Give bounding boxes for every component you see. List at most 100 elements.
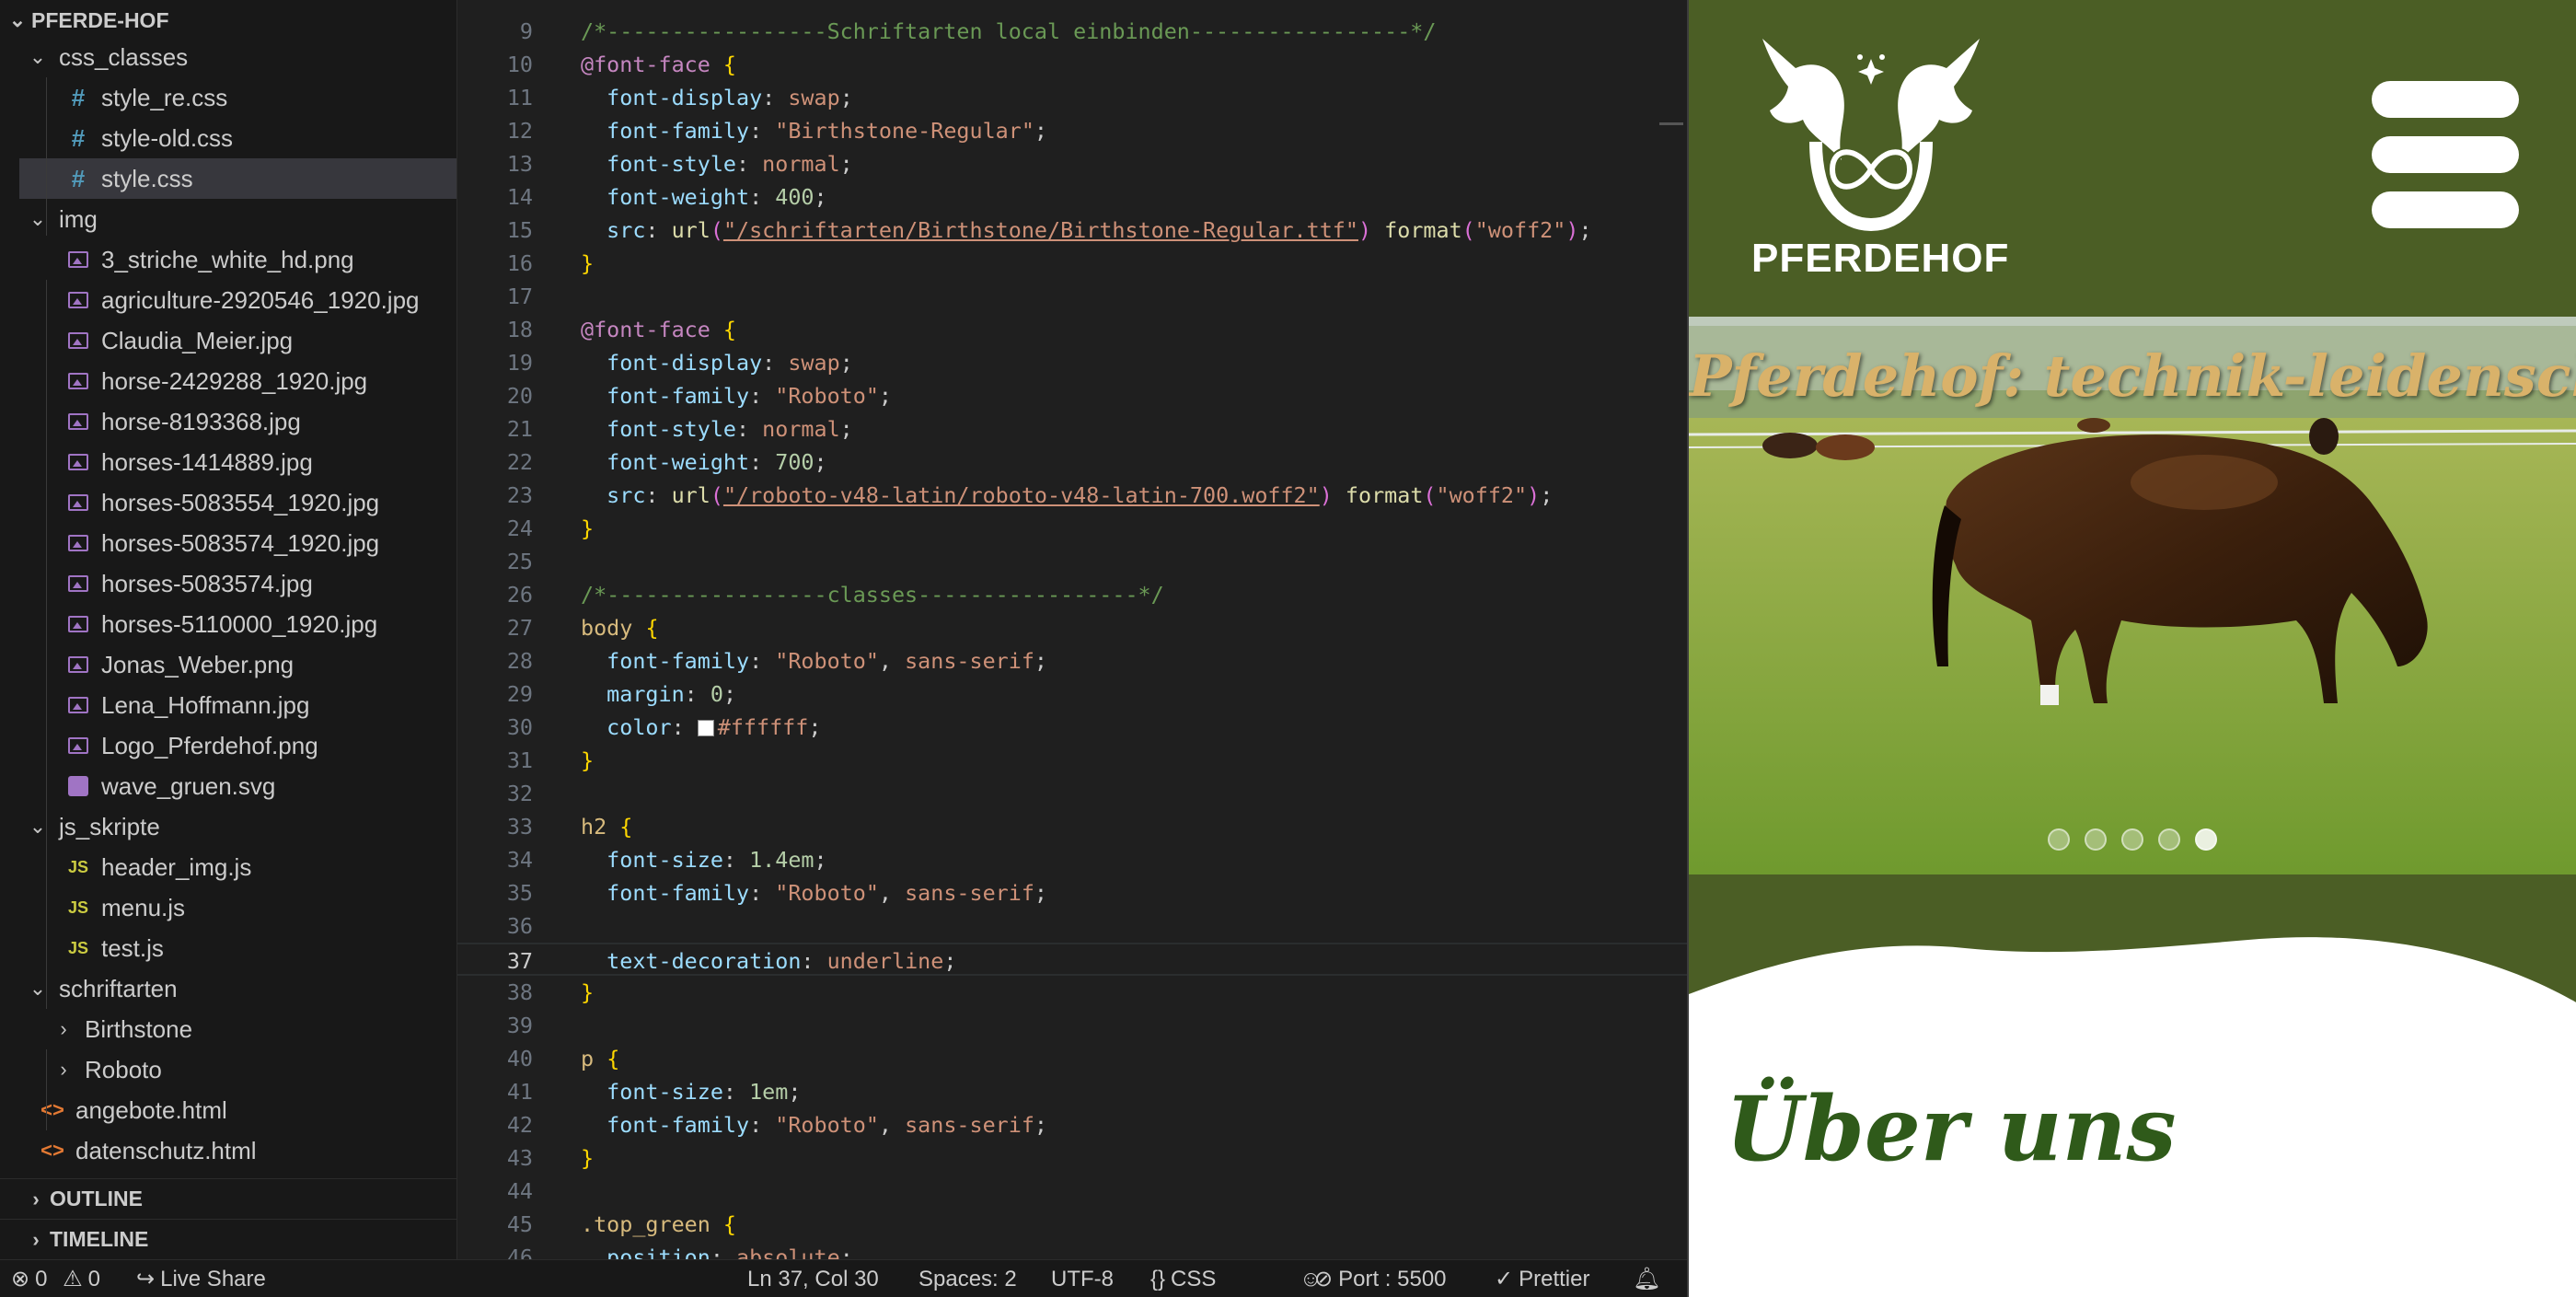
language-mode[interactable]: {} CSS	[1150, 1260, 1216, 1297]
code-line[interactable]: 44	[457, 1175, 1687, 1208]
code-line[interactable]: 18 @font-face {	[457, 313, 1687, 346]
tree-file[interactable]: JS menu.js	[0, 887, 456, 928]
tree-file[interactable]: Claudia_Meier.jpg	[0, 320, 456, 361]
slider-dot[interactable]	[2085, 828, 2107, 851]
tree-folder[interactable]: › Roboto	[0, 1049, 456, 1090]
code-line[interactable]: 15 src: url("/schriftarten/Birthstone/Bi…	[457, 214, 1687, 247]
tree-file[interactable]: horses-5083574_1920.jpg	[0, 523, 456, 563]
tree-file[interactable]: # style.css	[19, 158, 456, 199]
tree-file[interactable]: wave_gruen.svg	[0, 766, 456, 806]
tree-folder[interactable]: ⌄ js_skripte	[0, 806, 456, 847]
tree-folder[interactable]: ⌄ schriftarten	[0, 968, 456, 1009]
code-line[interactable]: 24}	[457, 512, 1687, 545]
code-line[interactable]: 14 font-weight: 400;	[457, 180, 1687, 214]
code-line[interactable]: 21 font-style: normal;	[457, 412, 1687, 446]
tree-file[interactable]: Jonas_Weber.png	[0, 644, 456, 685]
tree-file[interactable]: JS test.js	[0, 928, 456, 968]
line-source: /*-----------------classes--------------…	[581, 578, 1164, 611]
notifications-bell-icon[interactable]: 🔔︎	[1633, 1260, 1660, 1297]
code-line[interactable]: 33 h2 {	[457, 810, 1687, 843]
code-line[interactable]: 38}	[457, 976, 1687, 1009]
code-line[interactable]: 46 position: absolute;	[457, 1241, 1687, 1259]
slider-dot[interactable]	[2121, 828, 2143, 851]
slider-dot[interactable]	[2195, 828, 2217, 851]
code-line[interactable]: 11 font-display: swap;	[457, 81, 1687, 114]
line-source: }	[581, 512, 594, 545]
code-token: :	[684, 681, 710, 707]
code-token: (	[710, 217, 723, 243]
code-line[interactable]: 19 font-display: swap;	[457, 346, 1687, 379]
tree-file[interactable]: agriculture-2920546_1920.jpg	[0, 280, 456, 320]
code-line[interactable]: 39	[457, 1009, 1687, 1042]
tree-file[interactable]: <> angebote.html	[0, 1090, 456, 1130]
code-line[interactable]: 17	[457, 280, 1687, 313]
code-line[interactable]: 37 text-decoration: underline;	[457, 943, 1687, 976]
code-line[interactable]: 13 font-style: normal;	[457, 147, 1687, 180]
code-line[interactable]: 30 color: #ffffff;	[457, 711, 1687, 744]
code-line[interactable]: 25	[457, 545, 1687, 578]
code-line[interactable]: 26 /*-----------------classes------------…	[457, 578, 1687, 611]
line-source: margin: 0;	[581, 677, 736, 711]
tree-file[interactable]: horses-5110000_1920.jpg	[0, 604, 456, 644]
code-token: @font-face	[581, 52, 710, 77]
timeline-section[interactable]: › TIMELINE	[0, 1219, 456, 1259]
tree-file[interactable]: horse-2429288_1920.jpg	[0, 361, 456, 401]
unicorn-horseshoe-logo-icon	[1762, 39, 1980, 232]
code-line[interactable]: 41 font-size: 1em;	[457, 1075, 1687, 1108]
css-file-icon: #	[71, 164, 86, 192]
code-line[interactable]: 42 font-family: "Roboto", sans-serif;	[457, 1108, 1687, 1141]
code-line[interactable]: 20 font-family: "Roboto";	[457, 379, 1687, 412]
tree-file[interactable]: Lena_Hoffmann.jpg	[0, 685, 456, 725]
tree-file[interactable]: horse-8193368.jpg	[0, 401, 456, 442]
live-server-port[interactable]: ⊘ Port : 5500	[1314, 1260, 1447, 1297]
code-line[interactable]: 22 font-weight: 700;	[457, 446, 1687, 479]
warning-count: 0	[87, 1267, 101, 1291]
tree-folder[interactable]: ⌄ css_classes	[0, 37, 456, 77]
code-editor[interactable]: 9 /*-----------------Schriftarten local e…	[457, 0, 1687, 1259]
project-folder-header[interactable]: ⌄ PFERDE-HOF	[0, 0, 456, 41]
tree-file[interactable]: horses-1414889.jpg	[0, 442, 456, 482]
logo-text: PFERDEHOF	[1751, 236, 2010, 281]
tree-file[interactable]: horses-5083554_1920.jpg	[0, 482, 456, 523]
line-source: font-style: normal;	[581, 147, 853, 180]
line-source: /*-----------------Schriftarten local ei…	[581, 15, 1436, 48]
code-line[interactable]: 10 @font-face {	[457, 48, 1687, 81]
code-line[interactable]: 16}	[457, 247, 1687, 280]
prettier-status[interactable]: ✓ Prettier	[1495, 1260, 1589, 1297]
tree-item-label: style_re.css	[101, 83, 228, 111]
encoding-setting[interactable]: UTF-8	[1051, 1260, 1114, 1297]
tree-file[interactable]: JS header_img.js	[0, 847, 456, 887]
code-line[interactable]: 28 font-family: "Roboto", sans-serif;	[457, 644, 1687, 677]
code-line[interactable]: 27 body {	[457, 611, 1687, 644]
code-line[interactable]: 36	[457, 909, 1687, 943]
slider-dot[interactable]	[2048, 828, 2070, 851]
site-logo[interactable]: PFERDEHOF	[1751, 31, 2010, 289]
code-token: font-style	[606, 151, 736, 177]
tree-file[interactable]: 3_striche_white_hd.png	[0, 239, 456, 280]
code-token: }	[581, 747, 595, 773]
tree-file[interactable]: Logo_Pferdehof.png	[0, 725, 456, 766]
code-line[interactable]: 12 font-family: "Birthstone-Regular";	[457, 114, 1687, 147]
tree-file[interactable]: horses-5083574.jpg	[0, 563, 456, 604]
tree-file[interactable]: # style_re.css	[0, 77, 456, 118]
code-line[interactable]: 35 font-family: "Roboto", sans-serif;	[457, 876, 1687, 909]
tree-file[interactable]: <> datenschutz.html	[0, 1130, 456, 1171]
code-line[interactable]: 31}	[457, 744, 1687, 777]
slider-dot[interactable]	[2158, 828, 2180, 851]
tree-folder[interactable]: ⌄ img	[0, 199, 456, 239]
problems-indicator[interactable]: ⊗ 0 ⚠ 0	[11, 1260, 100, 1297]
code-line[interactable]: 40 p {	[457, 1042, 1687, 1075]
code-line[interactable]: 32	[457, 777, 1687, 810]
code-line[interactable]: 43}	[457, 1141, 1687, 1175]
code-line[interactable]: 9 /*-----------------Schriftarten local e…	[457, 15, 1687, 48]
code-line[interactable]: 34 font-size: 1.4em;	[457, 843, 1687, 876]
live-share-button[interactable]: ↪ Live Share	[136, 1260, 266, 1297]
tree-folder[interactable]: › Birthstone	[0, 1009, 456, 1049]
code-line[interactable]: 45 .top_green {	[457, 1208, 1687, 1241]
cursor-position[interactable]: Ln 37, Col 30	[747, 1260, 879, 1297]
tree-file[interactable]: # style-old.css	[0, 118, 456, 158]
code-line[interactable]: 29 margin: 0;	[457, 677, 1687, 711]
indentation-setting[interactable]: Spaces: 2	[918, 1260, 1017, 1297]
code-line[interactable]: 23 src: url("/roboto-v48-latin/roboto-v4…	[457, 479, 1687, 512]
outline-section[interactable]: › OUTLINE	[0, 1178, 456, 1219]
